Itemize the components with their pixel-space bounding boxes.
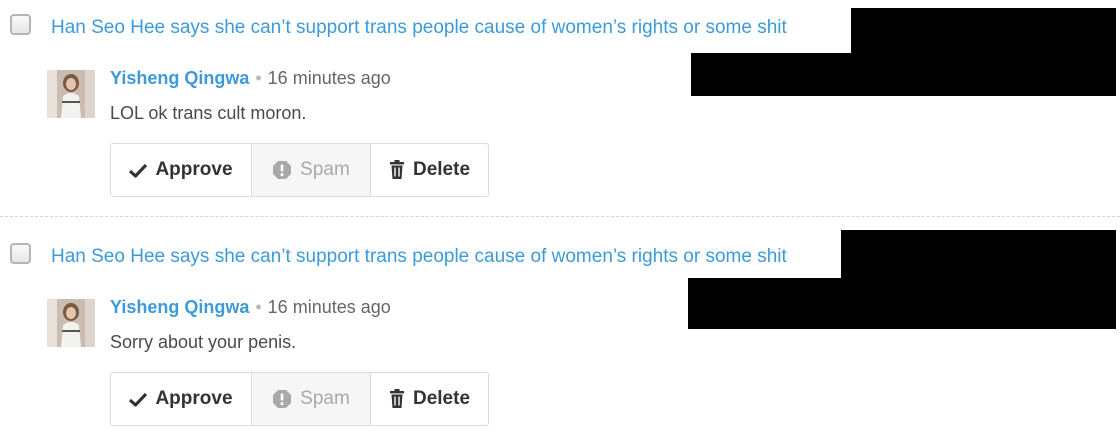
redaction-box	[688, 278, 1116, 329]
avatar[interactable]	[47, 70, 95, 118]
approve-label: Approve	[155, 388, 233, 409]
approve-label: Approve	[155, 159, 233, 180]
select-checkbox[interactable]	[10, 243, 31, 264]
comment-meta: Yisheng Qingwa • 16 minutes ago	[110, 68, 391, 89]
comment-item: Han Seo Hee says she can’t support trans…	[0, 0, 1120, 210]
approve-button[interactable]: Approve	[111, 144, 251, 196]
thread-title-link[interactable]: Han Seo Hee says she can’t support trans…	[51, 246, 787, 268]
select-checkbox[interactable]	[10, 14, 31, 35]
delete-button[interactable]: Delete	[370, 373, 488, 425]
delete-button[interactable]: Delete	[370, 144, 488, 196]
moderation-actions: Approve Spam Delete	[110, 372, 489, 426]
checkmark-icon	[129, 392, 148, 407]
meta-separator: •	[255, 68, 262, 88]
spam-button[interactable]: Spam	[251, 373, 370, 425]
delete-label: Delete	[412, 159, 471, 180]
comment-text: LOL ok trans cult moron.	[110, 103, 307, 123]
approve-button[interactable]: Approve	[111, 373, 251, 425]
moderation-actions: Approve Spam Delete	[110, 143, 489, 197]
redaction-box	[841, 230, 1116, 278]
timestamp-link[interactable]: 16 minutes ago	[268, 68, 391, 88]
avatar-image	[47, 299, 95, 347]
timestamp-link[interactable]: 16 minutes ago	[268, 297, 391, 317]
avatar[interactable]	[47, 299, 95, 347]
author-name-link[interactable]: Yisheng Qingwa	[110, 68, 249, 88]
exclamation-octagon-icon	[273, 390, 292, 408]
redaction-box	[851, 8, 1116, 53]
thread-title-link[interactable]: Han Seo Hee says she can’t support trans…	[51, 17, 787, 39]
meta-separator: •	[255, 297, 262, 317]
redaction-box	[691, 53, 1116, 96]
delete-label: Delete	[412, 388, 471, 409]
trash-icon	[389, 389, 404, 408]
comment-meta: Yisheng Qingwa • 16 minutes ago	[110, 297, 391, 318]
spam-label: Spam	[300, 159, 350, 180]
comment-divider	[0, 216, 1120, 217]
avatar-image	[47, 70, 95, 118]
comment-text: Sorry about your penis.	[110, 332, 297, 352]
exclamation-octagon-icon	[273, 161, 292, 179]
spam-button[interactable]: Spam	[251, 144, 370, 196]
author-name-link[interactable]: Yisheng Qingwa	[110, 297, 249, 317]
checkmark-icon	[129, 163, 148, 178]
spam-label: Spam	[300, 388, 350, 409]
comment-item: Han Seo Hee says she can’t support trans…	[0, 229, 1120, 439]
trash-icon	[389, 160, 404, 179]
